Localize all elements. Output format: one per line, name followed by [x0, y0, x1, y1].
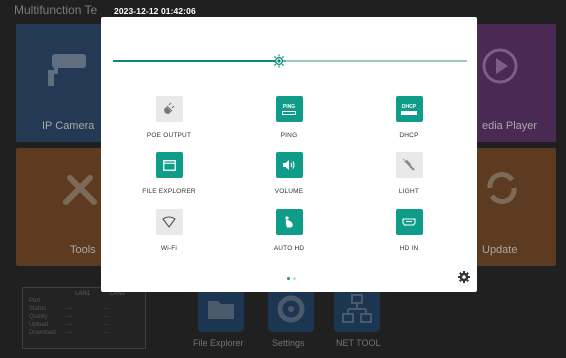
- toggle-wifi[interactable]: Wi-Fi: [124, 209, 214, 255]
- folder-icon: [162, 159, 176, 171]
- qs-label: AUTO HD: [273, 245, 305, 252]
- qs-icon-bg: [155, 96, 183, 122]
- qs-icon-bg: [155, 152, 183, 178]
- tile-tools[interactable]: Tools: [16, 148, 114, 266]
- qs-icon-bg: [395, 209, 423, 235]
- dock-file-explorer[interactable]: [198, 286, 244, 332]
- qs-label: LIGHT: [398, 188, 420, 195]
- qs-label: DHCP: [399, 132, 419, 139]
- toggle-hd-in[interactable]: HD IN: [364, 209, 454, 255]
- dock-label: NET TOOL: [336, 338, 381, 348]
- qs-icon-bg: PING: [275, 96, 303, 122]
- dock-label: Settings: [272, 338, 305, 348]
- status-row: Quality --- ---: [29, 314, 109, 320]
- wifi-icon: [162, 216, 176, 228]
- quick-settings-panel: POE OUTPUT PING PING DHCP DHCP FILE EXPL: [101, 17, 477, 292]
- page-dot: [293, 277, 296, 280]
- tile-label: Update: [482, 244, 518, 256]
- refresh-icon: [487, 172, 517, 204]
- flashlight-icon: [402, 158, 415, 171]
- app-title: Multifunction Te: [14, 3, 98, 17]
- status-clock: 2023-12-12 01:42:06: [114, 6, 196, 16]
- status-row: Upload --- ---: [29, 322, 109, 328]
- ping-icon-text: PING: [282, 103, 296, 110]
- play-icon: [482, 48, 518, 84]
- dock-settings[interactable]: [268, 286, 314, 332]
- brightness-slider-fill: [113, 60, 280, 62]
- network-icon: [342, 294, 372, 323]
- toggle-file-explorer[interactable]: FILE EXPLORER: [124, 152, 214, 198]
- folder-icon: [208, 301, 234, 319]
- settings-gear-icon[interactable]: [458, 271, 470, 283]
- dhcp-icon-text: DHCP: [401, 103, 417, 110]
- qs-label: PING: [280, 132, 298, 139]
- network-status-panel: LAN1 LAN2 Port Status --- --- Quality --- --…: [22, 287, 146, 349]
- volume-icon: [283, 160, 295, 170]
- status-row: Status --- ---: [29, 306, 109, 312]
- dhcp-icon: DHCP: [401, 104, 417, 115]
- toggle-light[interactable]: LIGHT: [364, 152, 454, 198]
- toggle-volume[interactable]: VOLUME: [244, 152, 334, 198]
- toggle-dhcp[interactable]: DHCP DHCP: [364, 96, 454, 142]
- plug-icon: [164, 102, 175, 114]
- dock-label: File Explorer: [193, 338, 244, 348]
- qs-icon-bg: [395, 152, 423, 178]
- qs-icon-bg: [275, 152, 303, 178]
- qs-icon-bg: [275, 209, 303, 235]
- brightness-slider-thumb[interactable]: [271, 53, 287, 69]
- status-row: Port: [29, 298, 41, 304]
- brightness-icon: [272, 54, 286, 68]
- page-indicator: [287, 277, 296, 280]
- qs-label: VOLUME: [274, 188, 304, 195]
- toggle-poe-output[interactable]: POE OUTPUT: [124, 96, 214, 142]
- qs-icon-bg: [155, 209, 183, 235]
- qs-label: HD IN: [399, 245, 419, 252]
- qs-label: FILE EXPLORER: [142, 188, 196, 195]
- toggle-ping[interactable]: PING PING: [244, 96, 334, 142]
- gear-icon: [277, 295, 305, 323]
- status-row: Download --- ---: [29, 330, 109, 336]
- dock-net-tool[interactable]: [334, 286, 380, 332]
- page-dot-active: [287, 277, 290, 280]
- ping-icon: PING: [282, 104, 296, 115]
- toggle-auto-hd[interactable]: AUTO HD: [244, 209, 334, 255]
- tile-ip-camera[interactable]: IP Camera: [16, 24, 114, 142]
- qs-icon-bg: DHCP: [395, 96, 423, 122]
- qs-label: Wi-Fi: [160, 245, 178, 252]
- tile-label: edia Player: [482, 120, 538, 132]
- brightness-slider[interactable]: [113, 54, 467, 68]
- tools-icon: [63, 175, 97, 205]
- cctv-camera-icon: [48, 54, 86, 86]
- auto-hd-icon: [285, 216, 293, 228]
- qs-label: POE OUTPUT: [146, 132, 192, 139]
- hdmi-icon: [402, 218, 416, 226]
